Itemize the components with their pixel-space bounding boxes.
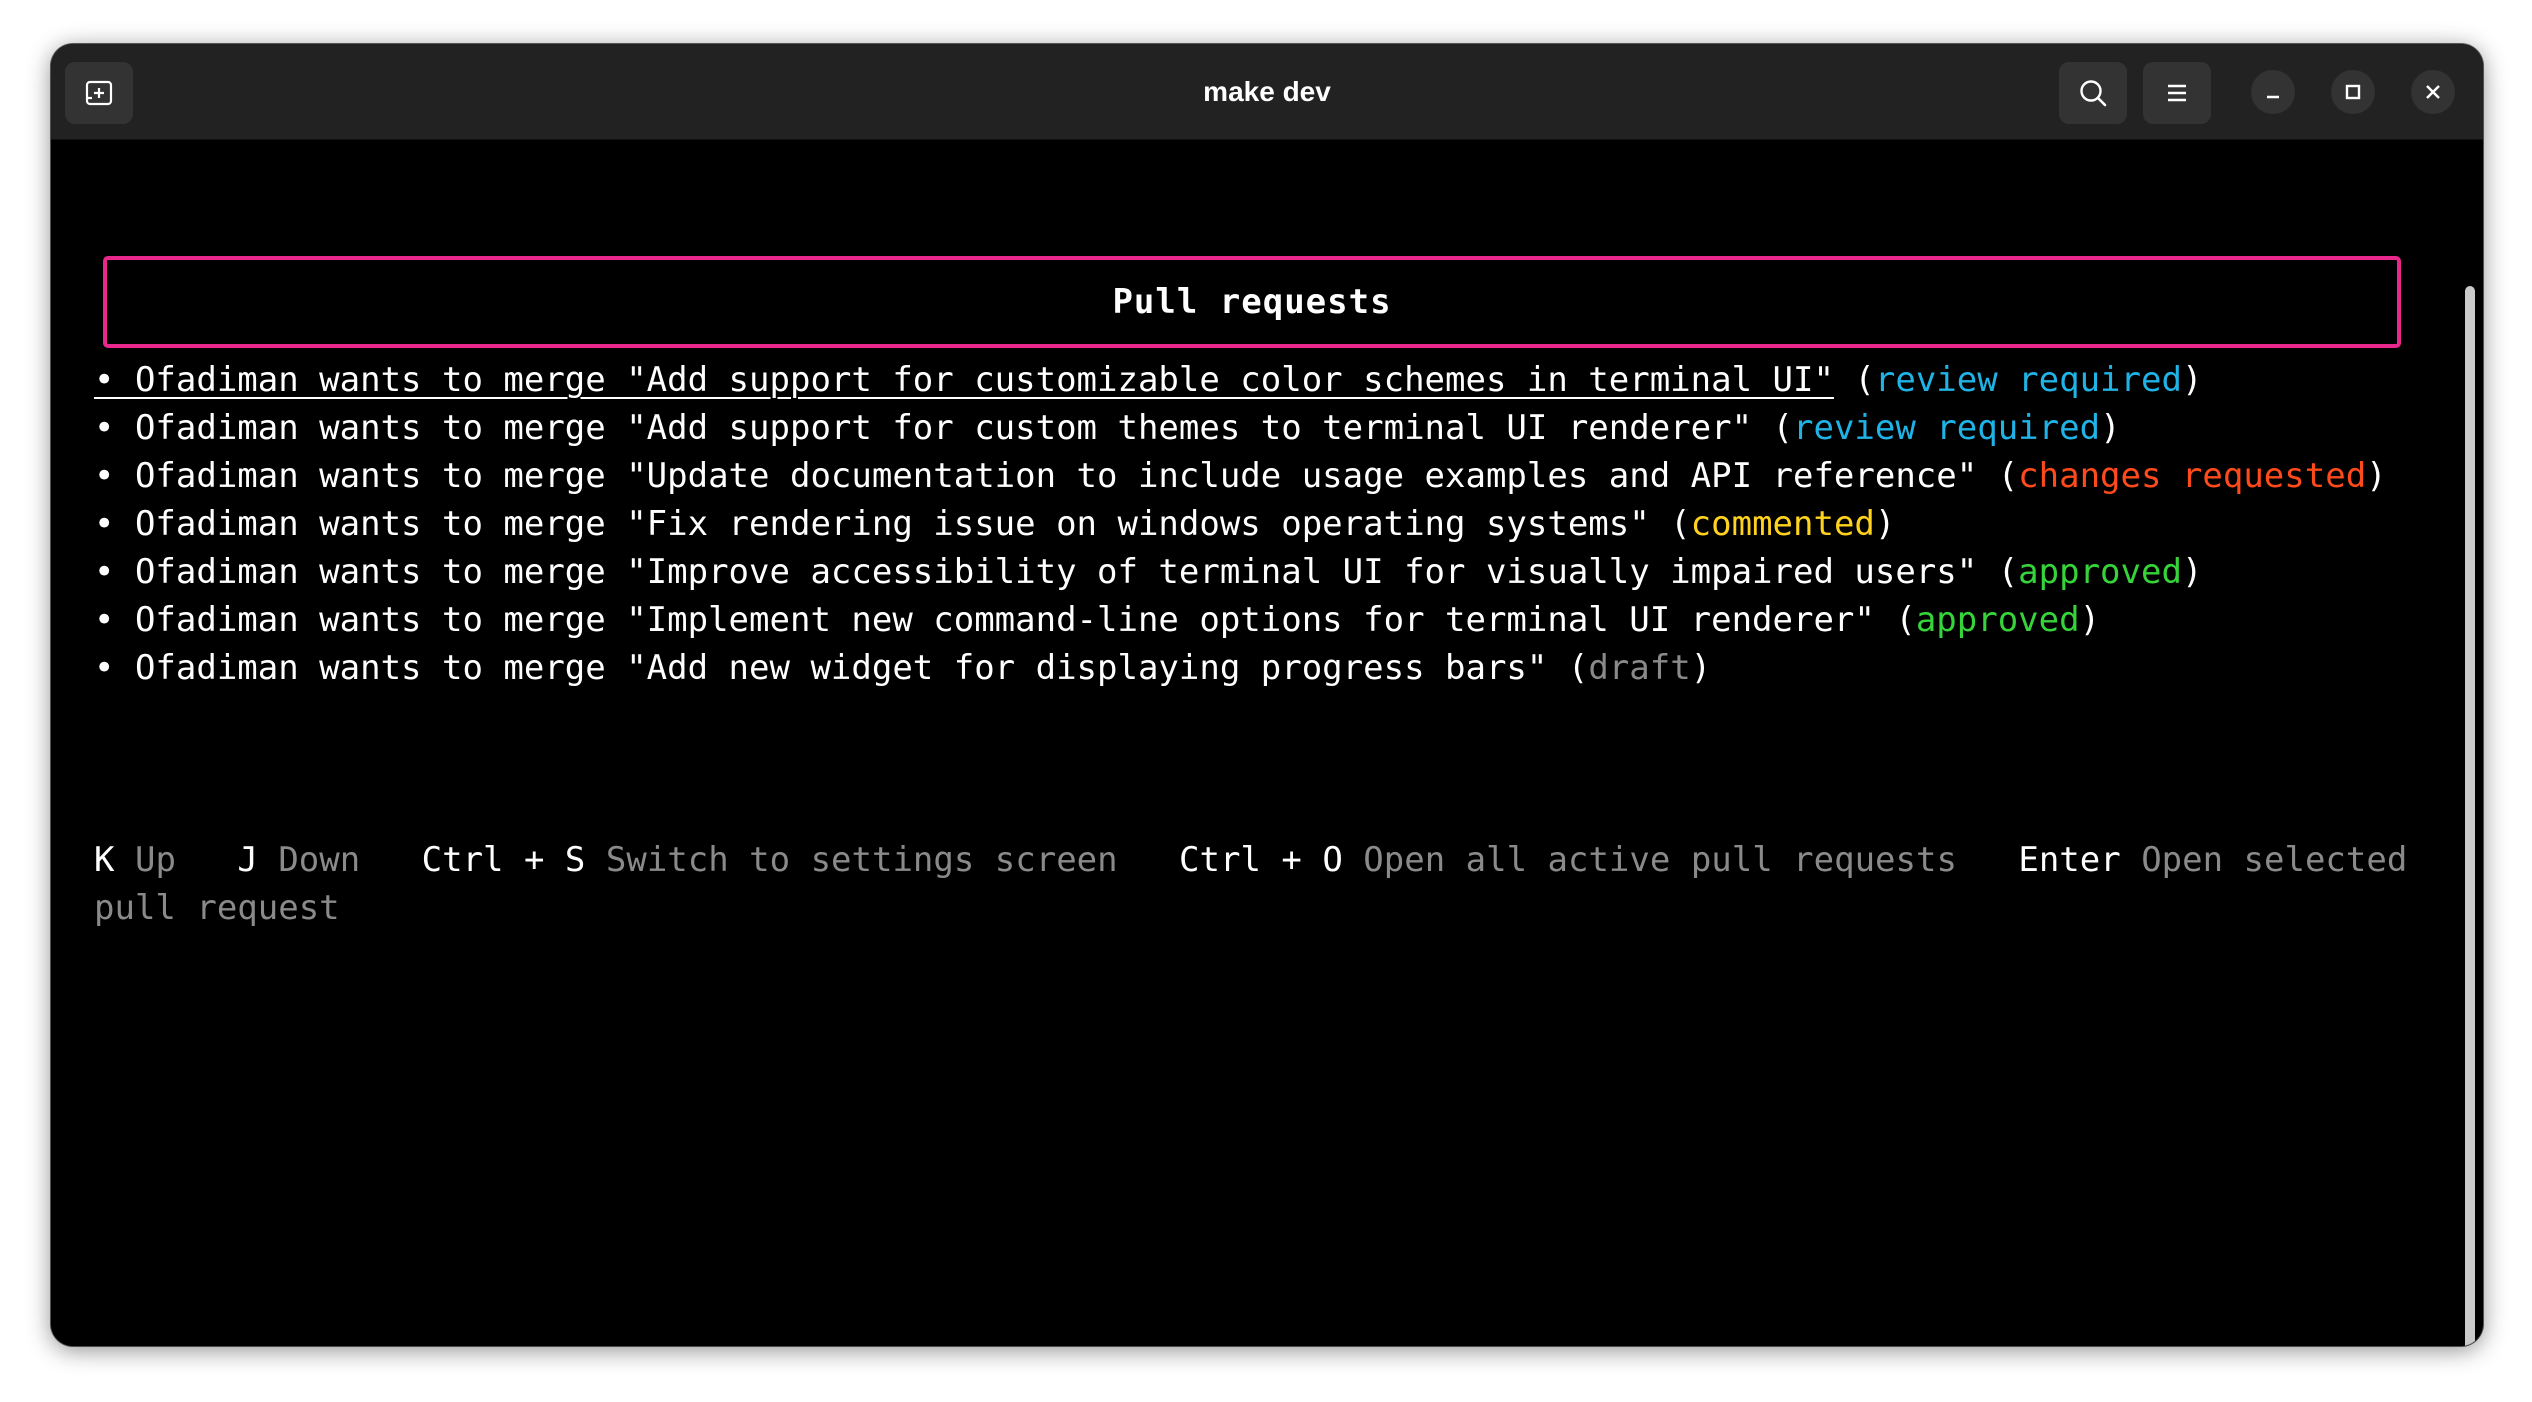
pull-request-row[interactable]: • Ofadiman wants to merge "Add new widge…: [94, 644, 2434, 692]
pull-request-list: • Ofadiman wants to merge "Add support f…: [94, 356, 2434, 692]
shortcut-description: Switch to settings screen: [605, 840, 1118, 880]
search-button[interactable]: [2059, 62, 2127, 124]
keyboard-shortcuts-help: K Up J Down Ctrl + S Switch to settings …: [94, 836, 2434, 932]
shortcut-description: Open all active pull requests: [1363, 840, 1957, 880]
shortcut-key: Ctrl + S: [421, 840, 586, 880]
pull-request-row[interactable]: • Ofadiman wants to merge "Update docume…: [94, 452, 2434, 500]
maximize-icon: [2345, 84, 2361, 100]
close-button[interactable]: [2411, 70, 2455, 114]
shortcut-key: Enter: [2018, 840, 2121, 880]
shortcut-key: K: [94, 840, 115, 880]
title-bar: make dev: [51, 44, 2483, 140]
scrollbar[interactable]: [2465, 286, 2475, 1346]
pull-request-title: • Ofadiman wants to merge "Add new widge…: [94, 648, 1548, 688]
pull-request-title: • Ofadiman wants to merge "Improve acces…: [94, 552, 1978, 592]
menu-button[interactable]: [2143, 62, 2211, 124]
shortcut-description: Down: [278, 840, 361, 880]
pull-request-row[interactable]: • Ofadiman wants to merge "Improve acces…: [94, 548, 2434, 596]
page-title: Pull requests: [1112, 282, 1392, 322]
terminal-window: make dev Pull requests • Ofadiman wants …: [51, 44, 2483, 1346]
hamburger-menu-icon: [2168, 84, 2186, 102]
minimize-button[interactable]: [2251, 70, 2295, 114]
pull-request-row[interactable]: • Ofadiman wants to merge "Fix rendering…: [94, 500, 2434, 548]
pull-request-status: review required: [1874, 360, 2182, 400]
pull-request-status: approved: [2018, 552, 2182, 592]
pull-request-status: review required: [1793, 408, 2101, 448]
pull-request-row[interactable]: • Ofadiman wants to merge "Implement new…: [94, 596, 2434, 644]
pull-request-status: draft: [1588, 648, 1691, 688]
pull-requests-header: Pull requests: [103, 256, 2401, 348]
pull-request-title: • Ofadiman wants to merge "Implement new…: [94, 600, 1875, 640]
pull-request-row[interactable]: • Ofadiman wants to merge "Add support f…: [94, 404, 2434, 452]
pull-request-row[interactable]: • Ofadiman wants to merge "Add support f…: [94, 356, 2434, 404]
pull-request-status: changes requested: [2018, 456, 2367, 496]
minimize-icon: [2267, 95, 2279, 99]
maximize-button[interactable]: [2331, 70, 2375, 114]
pull-request-title: • Ofadiman wants to merge "Add support f…: [94, 360, 1834, 400]
search-icon: [2080, 80, 2107, 107]
pull-request-title: • Ofadiman wants to merge "Fix rendering…: [94, 504, 1650, 544]
close-icon: [2426, 85, 2440, 99]
shortcut-description: Up: [134, 840, 176, 880]
pull-request-title: • Ofadiman wants to merge "Add support f…: [94, 408, 1753, 448]
terminal-content[interactable]: Pull requests • Ofadiman wants to merge …: [51, 140, 2483, 1346]
shortcut-key: Ctrl + O: [1179, 840, 1343, 880]
shortcut-key: J: [237, 840, 258, 880]
pull-request-title: • Ofadiman wants to merge "Update docume…: [94, 456, 1978, 496]
pull-request-status: approved: [1915, 600, 2080, 640]
pull-request-status: commented: [1690, 504, 1875, 544]
